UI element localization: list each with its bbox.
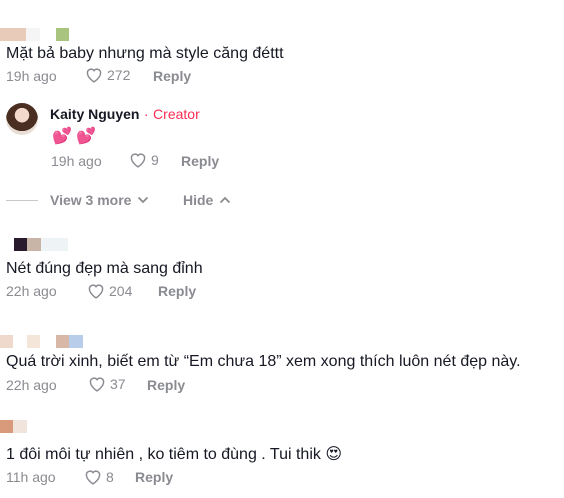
like-button[interactable]: 37 [88,376,126,392]
heart-icon [86,68,102,83]
reply-button[interactable]: Reply [153,67,191,85]
like-count: 8 [106,469,114,485]
creator-username[interactable]: Kaity Nguyen [50,106,139,122]
like-count: 9 [151,152,159,168]
heart-icon [88,284,104,299]
thread-divider [6,200,38,201]
chevron-up-icon [220,196,231,204]
comment-time: 11h ago [6,469,56,485]
avatar[interactable] [6,103,38,135]
like-button[interactable]: 8 [84,469,114,485]
reply-time: 19h ago [51,153,102,169]
like-count: 272 [107,67,131,83]
like-count: 204 [109,283,133,299]
comment-time: 19h ago [6,68,57,84]
chevron-down-icon [138,196,149,204]
view-more-label: View 3 more [50,192,132,208]
user-avatar-pixels [0,420,60,434]
like-button[interactable]: 204 [87,283,132,299]
view-more-button[interactable]: View 3 more [50,192,149,208]
hide-button[interactable]: Hide [183,192,231,208]
reply-button[interactable]: Reply [158,282,196,300]
comment-time: 22h ago [6,283,57,299]
reply-button[interactable]: Reply [147,376,185,394]
comment-text: Nét đúng đẹp mà sang đỉnh [6,260,203,277]
reply-button[interactable]: Reply [181,152,219,170]
hide-label: Hide [183,192,214,208]
like-button[interactable]: 9 [129,152,159,168]
like-count: 37 [110,376,126,392]
reply-button[interactable]: Reply [135,468,173,486]
separator-dot: · [143,106,149,122]
heart-icon [85,470,101,485]
user-avatar-pixels [0,238,80,252]
like-button[interactable]: 272 [85,67,130,83]
comment-text: Mặt bả baby nhưng mà style căng đéttt [6,45,284,62]
comment-time: 22h ago [6,377,57,393]
user-avatar-pixels [0,335,90,349]
comment-text: 1 đôi môi tự nhiên , ko tiêm to đùng . T… [6,446,342,463]
reply-text: 💕 💕 [52,128,97,145]
creator-badge: Creator [153,106,200,122]
user-avatar-pixels [0,28,80,42]
creator-header: Kaity Nguyen · Creator [50,106,200,124]
heart-icon [130,153,146,168]
comment-text: Quá trời xinh, biết em từ “Em chưa 18” x… [6,353,521,370]
heart-icon [89,377,105,392]
